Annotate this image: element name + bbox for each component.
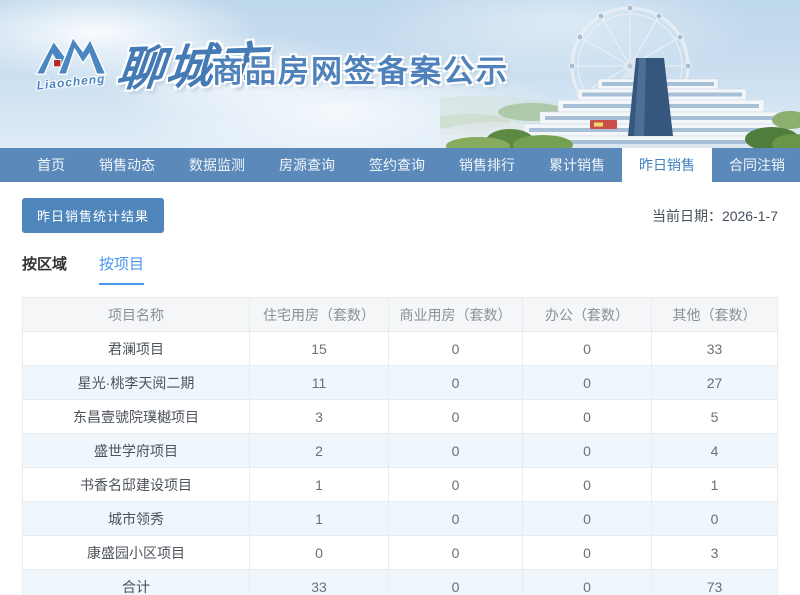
project-name-cell: 东昌壹號院璞樾项目 [23, 400, 250, 433]
commercial-units-cell: 0 [389, 400, 523, 433]
project-name-cell: 城市领秀 [23, 502, 250, 535]
table-body: 君澜项目 15 0 0 33 星光·桃李天阅二期 11 0 0 27 [23, 332, 777, 595]
commercial-units-cell: 0 [389, 468, 523, 501]
nav-item[interactable]: 房源查询 [262, 148, 352, 182]
tab-by-region[interactable]: 按区域 [22, 253, 67, 285]
commercial-units-cell: 0 [389, 570, 523, 595]
office-units-cell: 0 [523, 468, 652, 501]
site-banner: Liaocheng 聊城市 商品房网签备案公示 [0, 0, 800, 148]
other-units-cell: 4 [652, 434, 777, 467]
commercial-units-cell: 0 [389, 332, 523, 365]
current-date: 当前日期：2026-1-7 [652, 206, 778, 226]
commercial-units-cell: 0 [389, 434, 523, 467]
residential-units-cell: 2 [250, 434, 389, 467]
table-row: 星光·桃李天阅二期 11 0 0 27 [23, 366, 777, 400]
project-name-cell: 康盛园小区项目 [23, 536, 250, 569]
nav-item[interactable]: 合同注销 [712, 148, 800, 182]
project-name-cell: 盛世学府项目 [23, 434, 250, 467]
office-units-cell: 0 [523, 570, 652, 595]
table-column-header: 办公（套数） [523, 298, 652, 331]
office-units-cell: 0 [523, 536, 652, 569]
commercial-units-cell: 0 [389, 502, 523, 535]
residential-units-cell: 15 [250, 332, 389, 365]
table-column-header: 商业用房（套数） [389, 298, 523, 331]
yesterday-sales-stats-button[interactable]: 昨日销售统计结果 [22, 198, 164, 233]
table-row: 合计 33 0 0 73 [23, 570, 777, 595]
nav-item[interactable]: 首页 [20, 148, 82, 182]
residential-units-cell: 1 [250, 468, 389, 501]
nav-item[interactable]: 签约查询 [352, 148, 442, 182]
view-tabs: 按区域 按项目 [22, 253, 778, 285]
current-date-label: 当前日期： [652, 208, 722, 224]
other-units-cell: 33 [652, 332, 777, 365]
project-name-cell: 君澜项目 [23, 332, 250, 365]
project-name-cell: 书香名邸建设项目 [23, 468, 250, 501]
residential-units-cell: 1 [250, 502, 389, 535]
project-name-cell: 星光·桃李天阅二期 [23, 366, 250, 399]
residential-units-cell: 33 [250, 570, 389, 595]
ferris-wheel-city-illustration [440, 0, 800, 148]
sales-table: 项目名称 住宅用房（套数） 商业用房（套数） 办公（套数） 其他（套数） 君澜项… [22, 297, 778, 595]
other-units-cell: 3 [652, 536, 777, 569]
liaocheng-logo: Liaocheng [28, 32, 114, 89]
commercial-units-cell: 0 [389, 366, 523, 399]
residential-units-cell: 11 [250, 366, 389, 399]
office-units-cell: 0 [523, 434, 652, 467]
table-column-header: 项目名称 [23, 298, 250, 331]
table-row: 书香名邸建设项目 1 0 0 1 [23, 468, 777, 502]
toolbar: 昨日销售统计结果 当前日期：2026-1-7 [22, 198, 778, 233]
table-column-header: 其他（套数） [652, 298, 777, 331]
mountain-m-logo-icon [31, 32, 111, 76]
main-content: 昨日销售统计结果 当前日期：2026-1-7 按区域 按项目 项目名称 住宅用房… [0, 198, 800, 595]
table-row: 康盛园小区项目 0 0 0 3 [23, 536, 777, 570]
office-units-cell: 0 [523, 366, 652, 399]
other-units-cell: 27 [652, 366, 777, 399]
nav-item[interactable]: 数据监测 [172, 148, 262, 182]
residential-units-cell: 3 [250, 400, 389, 433]
nav-item[interactable]: 昨日销售 [622, 148, 712, 182]
residential-units-cell: 0 [250, 536, 389, 569]
project-name-cell: 合计 [23, 570, 250, 595]
table-row: 盛世学府项目 2 0 0 4 [23, 434, 777, 468]
nav-item[interactable]: 销售动态 [82, 148, 172, 182]
table-column-header: 住宅用房（套数） [250, 298, 389, 331]
nav-item[interactable]: 销售排行 [442, 148, 532, 182]
office-units-cell: 0 [523, 502, 652, 535]
tab-by-project[interactable]: 按项目 [99, 253, 144, 285]
table-row: 君澜项目 15 0 0 33 [23, 332, 777, 366]
table-row: 城市领秀 1 0 0 0 [23, 502, 777, 536]
page: Liaocheng 聊城市 商品房网签备案公示 [0, 0, 800, 595]
other-units-cell: 1 [652, 468, 777, 501]
office-units-cell: 0 [523, 400, 652, 433]
current-date-value: 2026-1-7 [722, 208, 778, 224]
other-units-cell: 5 [652, 400, 777, 433]
table-header-row: 项目名称 住宅用房（套数） 商业用房（套数） 办公（套数） 其他（套数） [23, 298, 777, 332]
office-units-cell: 0 [523, 332, 652, 365]
main-nav: 首页 销售动态 数据监测 房源查询 签约查询 销售排行 累计销售 昨日销售 合同… [0, 148, 800, 182]
other-units-cell: 0 [652, 502, 777, 535]
other-units-cell: 73 [652, 570, 777, 595]
table-row: 东昌壹號院璞樾项目 3 0 0 5 [23, 400, 777, 434]
nav-item[interactable]: 累计销售 [532, 148, 622, 182]
commercial-units-cell: 0 [389, 536, 523, 569]
